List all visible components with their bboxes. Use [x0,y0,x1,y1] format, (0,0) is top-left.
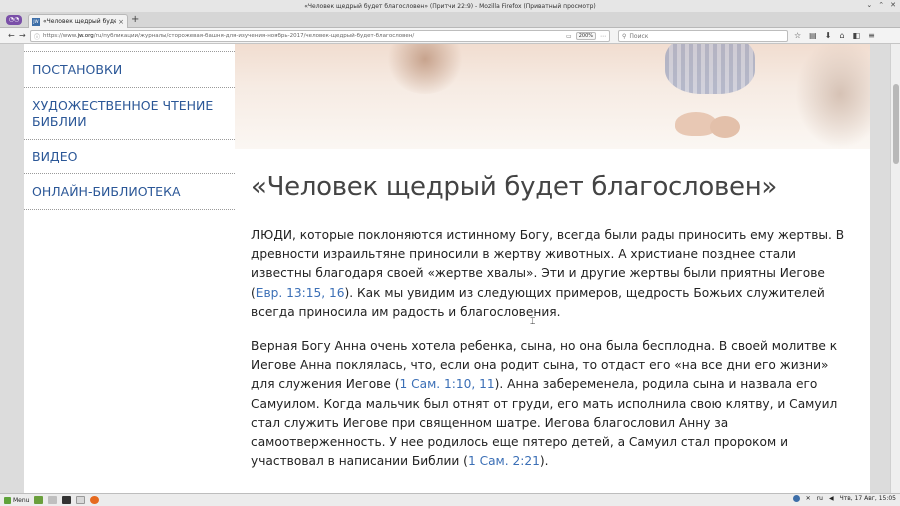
search-bar[interactable]: ⚲ [618,30,788,42]
site-info-icon[interactable]: ⓘ [34,32,40,41]
search-icon: ⚲ [622,32,627,40]
zoom-indicator[interactable]: 200% [575,32,596,40]
firefox-icon[interactable] [90,496,100,504]
navigation-bar: ← → ⓘ https://www.jw.org/ru/публикации/ж… [0,28,900,44]
hero-shape [710,116,740,138]
tab-label: «Человек щедрый будет б [43,18,117,25]
window-button-icon[interactable] [76,496,86,504]
article-title: «Человек щедрый будет благословен» [251,172,777,202]
pocket-icon[interactable]: ◧ [853,31,861,40]
back-button[interactable]: ← [8,31,15,41]
toolbar-icons: ☆ ▤ ⬇ ⌂ ◧ ≡ [794,31,875,40]
menu-icon[interactable]: ≡ [868,31,875,40]
url-text[interactable]: https://www.jw.org/ru/публикации/журналы… [43,33,566,39]
start-menu-button[interactable]: Menu [4,496,30,504]
scripture-link[interactable]: 1 Сам. 2:21 [468,454,540,468]
private-browsing-icon: ◔◔ [6,15,22,25]
browser-tab[interactable]: JW «Человек щедрый будет б × [28,14,128,28]
volume-icon[interactable]: ◀ [829,495,834,502]
downloads-icon[interactable]: ⬇ [825,31,832,40]
article-paragraph-1: ЛЮДИ, которые поклоняются истинному Богу… [251,226,851,322]
article-hero-image [235,44,870,149]
page-scrollbar[interactable] [890,44,900,493]
window-titlebar: «Человек щедрый будет благословен» (Прит… [0,0,900,12]
new-tab-button[interactable]: + [131,14,139,26]
url-path: /ru/публикации/журналы/сторожевая-башня-… [93,33,415,39]
url-domain: jw.org [77,33,94,39]
menu-label: Menu [13,496,30,504]
sidebar-item-online-library[interactable]: ОНЛАЙН-БИБЛИОТЕКА [24,174,235,210]
hero-shape [665,44,755,94]
files-icon[interactable] [48,496,58,504]
paragraph-text: ). [539,454,549,469]
network-icon[interactable] [792,495,800,502]
close-window-button[interactable]: ✕ [890,1,896,9]
system-tray: ✕ ru ◀ Чтв, 17 Авг, 15:05 [792,495,896,502]
sidebar-item-productions[interactable]: ПОСТАНОВКИ [24,52,235,88]
scrollbar-thumb[interactable] [893,84,899,164]
hero-shape [795,44,870,149]
library-icon[interactable]: ▤ [809,31,817,40]
mint-logo-icon [4,496,11,504]
bookmark-star-icon[interactable]: ☆ [794,31,801,40]
search-input[interactable] [629,32,780,40]
site-sidebar: ПОСТАНОВКИ ХУДОЖЕСТВЕННОЕ ЧТЕНИЕ БИБЛИИ … [24,44,235,493]
hero-shape [385,44,465,94]
sidebar-item-video[interactable]: ВИДЕО [24,140,235,174]
window-controls: ⌄ ⌃ ✕ [866,1,896,9]
scripture-link[interactable]: 1 Сам. 1:10, 11 [399,377,494,391]
show-desktop-icon[interactable] [34,496,44,504]
page-content: ПОСТАНОВКИ ХУДОЖЕСТВЕННОЕ ЧТЕНИЕ БИБЛИИ … [0,44,890,493]
article-main: «Человек щедрый будет благословен» ЛЮДИ,… [235,44,870,493]
language-indicator[interactable]: ru [817,495,823,502]
sidebar-item-bible-reading[interactable]: ХУДОЖЕСТВЕННОЕ ЧТЕНИЕ БИБЛИИ [24,88,235,140]
terminal-icon[interactable] [62,496,72,504]
maximize-button[interactable]: ⌃ [878,1,884,9]
address-bar[interactable]: ⓘ https://www.jw.org/ru/публикации/журна… [30,30,610,42]
text-cursor-icon: ⌶ [530,317,536,327]
sidebar-item-partial [24,44,235,52]
home-icon[interactable]: ⌂ [839,31,844,40]
minimize-button[interactable]: ⌄ [866,1,872,9]
sidebar-item-label[interactable]: ПОСТАНОВКИ [32,62,122,78]
page-actions-icon[interactable]: ⋯ [600,33,606,40]
audio-icon[interactable]: ✕ [806,495,811,502]
url-prefix: https://www. [43,33,78,39]
os-taskbar: Menu ✕ ru ◀ Чтв, 17 Авг, 15:05 [0,493,900,506]
sidebar-item-label[interactable]: ХУДОЖЕСТВЕННОЕ ЧТЕНИЕ БИБЛИИ [32,98,227,130]
tab-close-button[interactable]: × [118,18,124,26]
tab-bar: ◔◔ JW «Человек щедрый будет б × + [0,12,900,28]
forward-button[interactable]: → [19,31,26,41]
article-paragraph-2: Верная Богу Анна очень хотела ребенка, с… [251,337,851,471]
sidebar-item-label[interactable]: ОНЛАЙН-БИБЛИОТЕКА [32,184,181,200]
sidebar-item-label[interactable]: ВИДЕО [32,149,77,165]
jw-favicon-icon: JW [32,17,40,26]
clock[interactable]: Чтв, 17 Авг, 15:05 [840,495,896,502]
scripture-link[interactable]: Евр. 13:15, 16 [256,286,345,300]
window-title: «Человек щедрый будет благословен» (Прит… [304,2,596,10]
reader-view-icon[interactable]: ▭ [566,33,572,40]
